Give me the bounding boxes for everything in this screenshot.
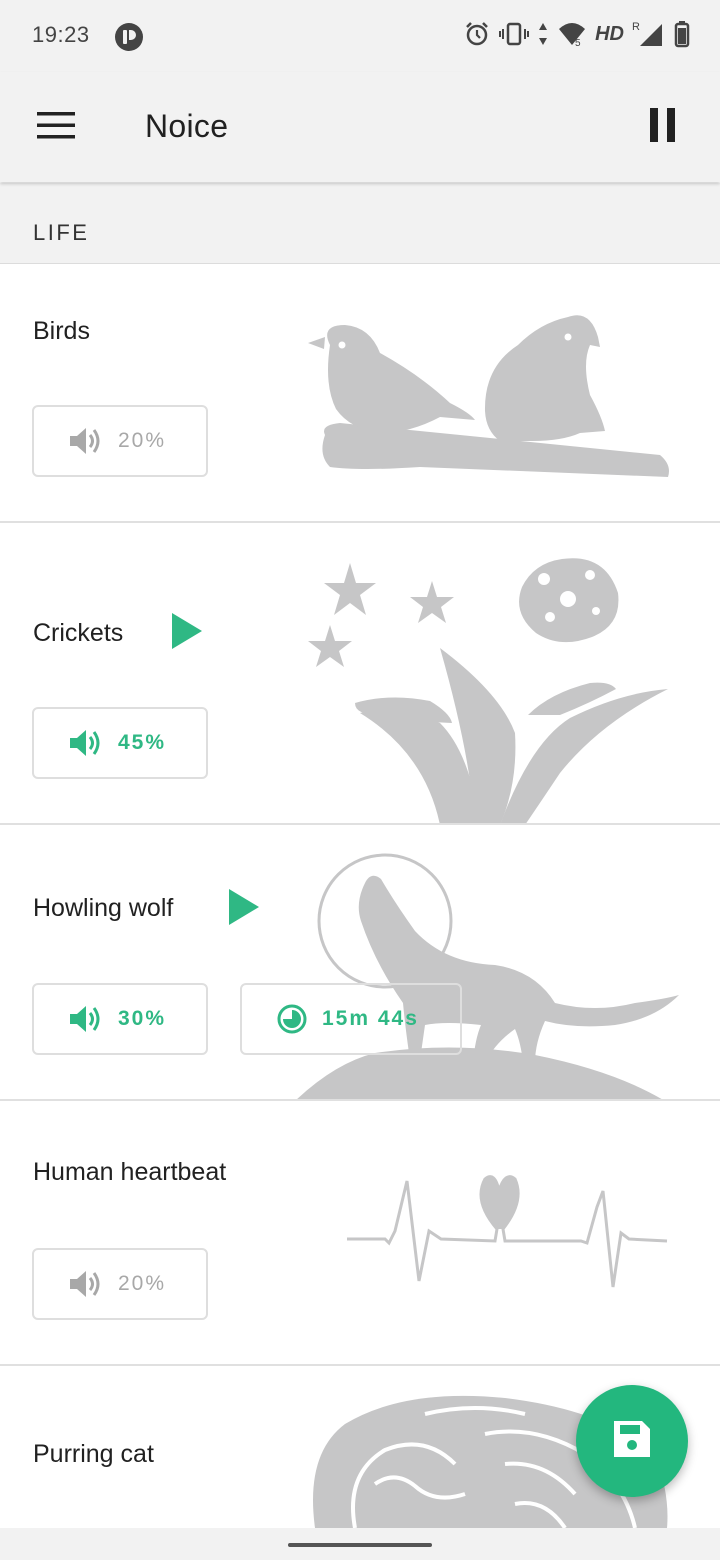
menu-button[interactable]	[26, 98, 86, 156]
app-bar: Noice	[0, 72, 720, 182]
save-icon	[612, 1419, 652, 1464]
sound-card-howling-wolf: Howling wolf 30% 15m 44s	[0, 825, 720, 1101]
app-title: Noice	[145, 108, 229, 144]
volume-value: 20%	[118, 429, 167, 452]
timer-value: 15m 44s	[322, 1007, 419, 1030]
data-arrows-icon	[537, 21, 549, 47]
home-gesture-handle[interactable]	[288, 1543, 432, 1547]
sound-title: Human heartbeat	[33, 1158, 227, 1186]
system-nav-bar	[0, 1528, 720, 1560]
sound-title: Birds	[33, 317, 90, 345]
sound-card-birds: Birds 20%	[0, 265, 720, 523]
sound-card-human-heartbeat: Human heartbeat 20%	[0, 1101, 720, 1366]
status-bar: 19:23 5 HD R	[0, 0, 720, 72]
crickets-artwork	[308, 558, 668, 823]
volume-value: 30%	[118, 1007, 167, 1030]
status-time: 19:23	[32, 22, 90, 47]
volume-value: 45%	[118, 731, 167, 754]
section-title: LIFE	[33, 220, 90, 245]
volume-value: 20%	[118, 1272, 167, 1295]
heartbeat-artwork	[347, 1175, 668, 1288]
pause-button[interactable]	[634, 98, 692, 156]
svg-text:R: R	[632, 21, 640, 33]
volume-icon	[68, 728, 102, 758]
wifi-icon: 5	[557, 21, 587, 47]
save-preset-button[interactable]	[576, 1385, 688, 1497]
cell-signal-icon: R	[632, 20, 666, 48]
section-header: LIFE	[0, 183, 720, 264]
app-notification-icon	[114, 22, 144, 57]
volume-button[interactable]: 45%	[32, 707, 208, 779]
pause-icon	[650, 107, 676, 147]
sound-card-crickets: Crickets 45%	[0, 523, 720, 825]
birds-artwork	[308, 315, 669, 477]
timer-icon	[276, 1003, 308, 1035]
menu-icon	[37, 111, 75, 144]
volume-icon	[68, 426, 102, 456]
play-icon[interactable]	[229, 889, 259, 930]
svg-text:5: 5	[575, 38, 581, 47]
play-icon[interactable]	[172, 613, 202, 654]
sound-title: Purring cat	[33, 1440, 154, 1468]
timer-button[interactable]: 15m 44s	[240, 983, 462, 1055]
volume-button[interactable]: 30%	[32, 983, 208, 1055]
volume-icon	[68, 1269, 102, 1299]
vibrate-icon	[499, 20, 530, 48]
sound-title: Crickets	[33, 619, 124, 647]
network-type: HD	[595, 22, 624, 45]
battery-icon	[674, 20, 690, 48]
volume-button[interactable]: 20%	[32, 405, 208, 477]
sound-title: Howling wolf	[33, 894, 174, 922]
howling-wolf-artwork	[297, 853, 679, 1099]
alarm-icon	[463, 20, 491, 48]
volume-icon	[68, 1004, 102, 1034]
volume-button[interactable]: 20%	[32, 1248, 208, 1320]
